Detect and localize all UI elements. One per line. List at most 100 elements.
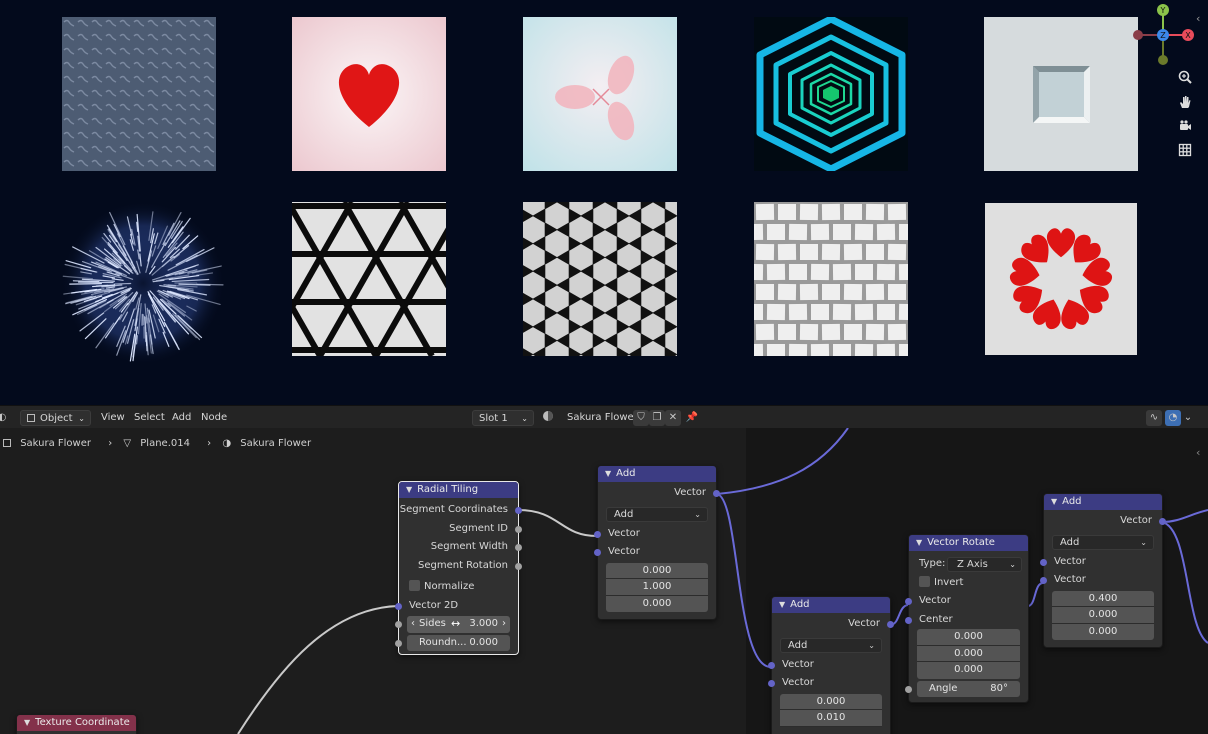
socket-icon[interactable] xyxy=(515,562,522,570)
texture-preview-triangle-grid[interactable] xyxy=(292,202,446,356)
angle-field[interactable]: Angle 80° xyxy=(905,680,1020,697)
socket-icon[interactable] xyxy=(905,598,912,605)
texture-preview-sakura-flower[interactable] xyxy=(523,17,677,171)
center-x-field[interactable]: 0.000 xyxy=(917,629,1020,646)
input-vector-2: Vector xyxy=(1040,571,1162,590)
socket-icon[interactable] xyxy=(768,680,775,687)
texture-preview-firework-burst[interactable] xyxy=(60,200,226,366)
socket-icon[interactable] xyxy=(515,525,522,533)
chevron-left-icon[interactable]: ‹ xyxy=(411,616,415,632)
vector-y-field[interactable]: 1.000 xyxy=(606,579,708,596)
close-icon[interactable]: ✕ xyxy=(665,410,681,426)
menu-add[interactable]: Add xyxy=(172,410,191,426)
vector-x-field[interactable]: 0.400 xyxy=(1052,590,1154,607)
socket-icon[interactable] xyxy=(1159,518,1166,525)
center-y-field[interactable]: 0.000 xyxy=(917,645,1020,662)
operation-dropdown[interactable]: Add ⌄ xyxy=(780,637,882,653)
menu-node[interactable]: Node xyxy=(201,410,227,426)
chevron-down-icon[interactable]: ⌄ xyxy=(1183,410,1193,426)
socket-icon[interactable] xyxy=(395,621,402,628)
collapse-caret-icon[interactable]: ▼ xyxy=(916,535,922,551)
texture-preview-inset-square[interactable] xyxy=(984,17,1138,171)
node-header[interactable]: ▼ Add xyxy=(598,466,716,482)
socket-icon[interactable] xyxy=(905,616,912,624)
collapse-caret-icon[interactable]: ▼ xyxy=(605,466,611,482)
chevron-left-icon[interactable]: ‹ xyxy=(1196,446,1200,459)
node-header[interactable]: ▼ Texture Coordinate xyxy=(17,715,136,731)
collapse-caret-icon[interactable]: ▼ xyxy=(1051,494,1057,510)
collapse-caret-icon[interactable]: ▼ xyxy=(779,597,785,613)
pin-icon[interactable]: 📌 xyxy=(684,410,700,426)
texture-preview-hexagon-tunnel[interactable] xyxy=(754,17,908,171)
roundness-field[interactable]: Roundn... 0.000 xyxy=(395,634,510,651)
node-texture-coordinate[interactable]: ▼ Texture Coordinate xyxy=(16,714,137,734)
camera-icon[interactable] xyxy=(1175,119,1195,139)
pan-hand-icon[interactable] xyxy=(1175,95,1195,115)
collapse-caret-icon[interactable]: ▼ xyxy=(406,482,412,498)
node-header[interactable]: ▼ Radial Tiling xyxy=(399,482,518,498)
input-vector-2d: Vector 2D xyxy=(395,597,518,616)
node-editor-canvas[interactable]: Sakura Flower › ▽ Plane.014 › ◑ Sakura F… xyxy=(0,428,1208,734)
grid-view-icon[interactable] xyxy=(1175,143,1195,163)
vector-y-field[interactable]: 0.000 xyxy=(1052,607,1154,624)
chevron-right-icon[interactable]: › xyxy=(502,616,506,632)
texture-preview-heart-ring[interactable] xyxy=(985,203,1137,355)
duplicate-icon[interactable]: ❐ xyxy=(649,410,665,426)
slot-dropdown[interactable]: Slot 1 ⌄ xyxy=(472,410,534,426)
checkbox-icon[interactable] xyxy=(919,575,930,587)
socket-icon[interactable] xyxy=(395,602,402,610)
menu-view[interactable]: View xyxy=(101,410,125,426)
node-add-3[interactable]: ▼ Add Vector Add ⌄ Vector Vector 0.400 0.0… xyxy=(1040,493,1166,648)
collapse-caret-icon[interactable]: ▼ xyxy=(24,715,30,731)
node-add-1[interactable]: ▼ Add Vector Add ⌄ Vector Vector 0.000 1.0… xyxy=(594,465,720,620)
vector-z-field[interactable]: 0.000 xyxy=(1052,623,1154,640)
input-vector-1: Vector xyxy=(594,525,716,544)
socket-icon[interactable] xyxy=(887,621,894,628)
vector-z-field[interactable]: 0.000 xyxy=(606,595,708,612)
sides-field[interactable]: ‹ Sides 3.000 › ↔ xyxy=(395,616,510,633)
socket-icon[interactable] xyxy=(515,507,522,514)
rotation-type-dropdown[interactable]: Z Axis ⌄ xyxy=(947,557,1022,572)
texture-preview-brick-tiles[interactable] xyxy=(754,202,908,356)
socket-icon[interactable] xyxy=(515,544,522,551)
socket-icon[interactable] xyxy=(594,530,601,538)
invert-checkbox[interactable]: Invert xyxy=(909,574,1028,593)
snap-icon[interactable]: ∿ xyxy=(1146,410,1162,426)
chevron-left-icon[interactable]: ‹ xyxy=(1196,12,1200,25)
operation-dropdown[interactable]: Add ⌄ xyxy=(1052,534,1154,550)
socket-icon[interactable] xyxy=(1040,577,1047,584)
node-editor-header: ◐ Object ⌄ View Select Add Node Slot 1 ⌄… xyxy=(0,405,1208,428)
editor-type-icon[interactable]: ◐ xyxy=(0,410,10,426)
fake-user-shield-icon[interactable]: ⛉ xyxy=(633,410,649,426)
node-radial-tiling[interactable]: ▼ Radial Tiling Segment Coordinates Segme… xyxy=(395,481,522,655)
axis-gizmo[interactable]: Y X Z xyxy=(1128,2,1198,72)
node-add-2[interactable]: ▼ Add Vector Add ⌄ Vector Vector 0.000 0.0… xyxy=(768,596,894,734)
socket-icon[interactable] xyxy=(395,639,402,647)
texture-preview-hexagon-grid[interactable] xyxy=(523,202,677,356)
texture-preview-heart[interactable] xyxy=(292,17,446,171)
node-vector-rotate[interactable]: ▼ Vector Rotate Type: Z Axis ⌄ Invert Vect… xyxy=(905,534,1029,703)
vector-x-field[interactable]: 0.000 xyxy=(780,693,882,710)
checkbox-icon[interactable] xyxy=(409,580,420,591)
3d-viewport[interactable]: Y X Z ‹ xyxy=(0,0,1208,405)
overlay-icon[interactable]: ◔ xyxy=(1165,410,1181,426)
socket-icon[interactable] xyxy=(713,490,720,497)
node-header[interactable]: ▼ Add xyxy=(1044,494,1162,510)
socket-icon[interactable] xyxy=(905,685,912,693)
vector-y-field[interactable]: 0.010 xyxy=(780,710,882,727)
socket-icon[interactable] xyxy=(768,661,775,669)
normalize-checkbox[interactable]: Normalize xyxy=(399,578,518,597)
texture-preview-wave-pattern[interactable] xyxy=(62,17,216,171)
node-header[interactable]: ▼ Vector Rotate xyxy=(909,535,1028,551)
socket-icon[interactable] xyxy=(594,549,601,556)
center-z-field[interactable]: 0.000 xyxy=(917,662,1020,679)
zoom-icon[interactable] xyxy=(1175,70,1195,90)
material-name[interactable]: Sakura Flower xyxy=(567,410,638,426)
socket-icon[interactable] xyxy=(1040,558,1047,566)
mode-dropdown[interactable]: Object ⌄ xyxy=(20,410,91,426)
operation-dropdown[interactable]: Add ⌄ xyxy=(606,506,708,522)
vector-x-field[interactable]: 0.000 xyxy=(606,562,708,579)
material-sphere-icon[interactable] xyxy=(540,410,556,426)
node-header[interactable]: ▼ Add xyxy=(772,597,890,613)
menu-select[interactable]: Select xyxy=(134,410,165,426)
